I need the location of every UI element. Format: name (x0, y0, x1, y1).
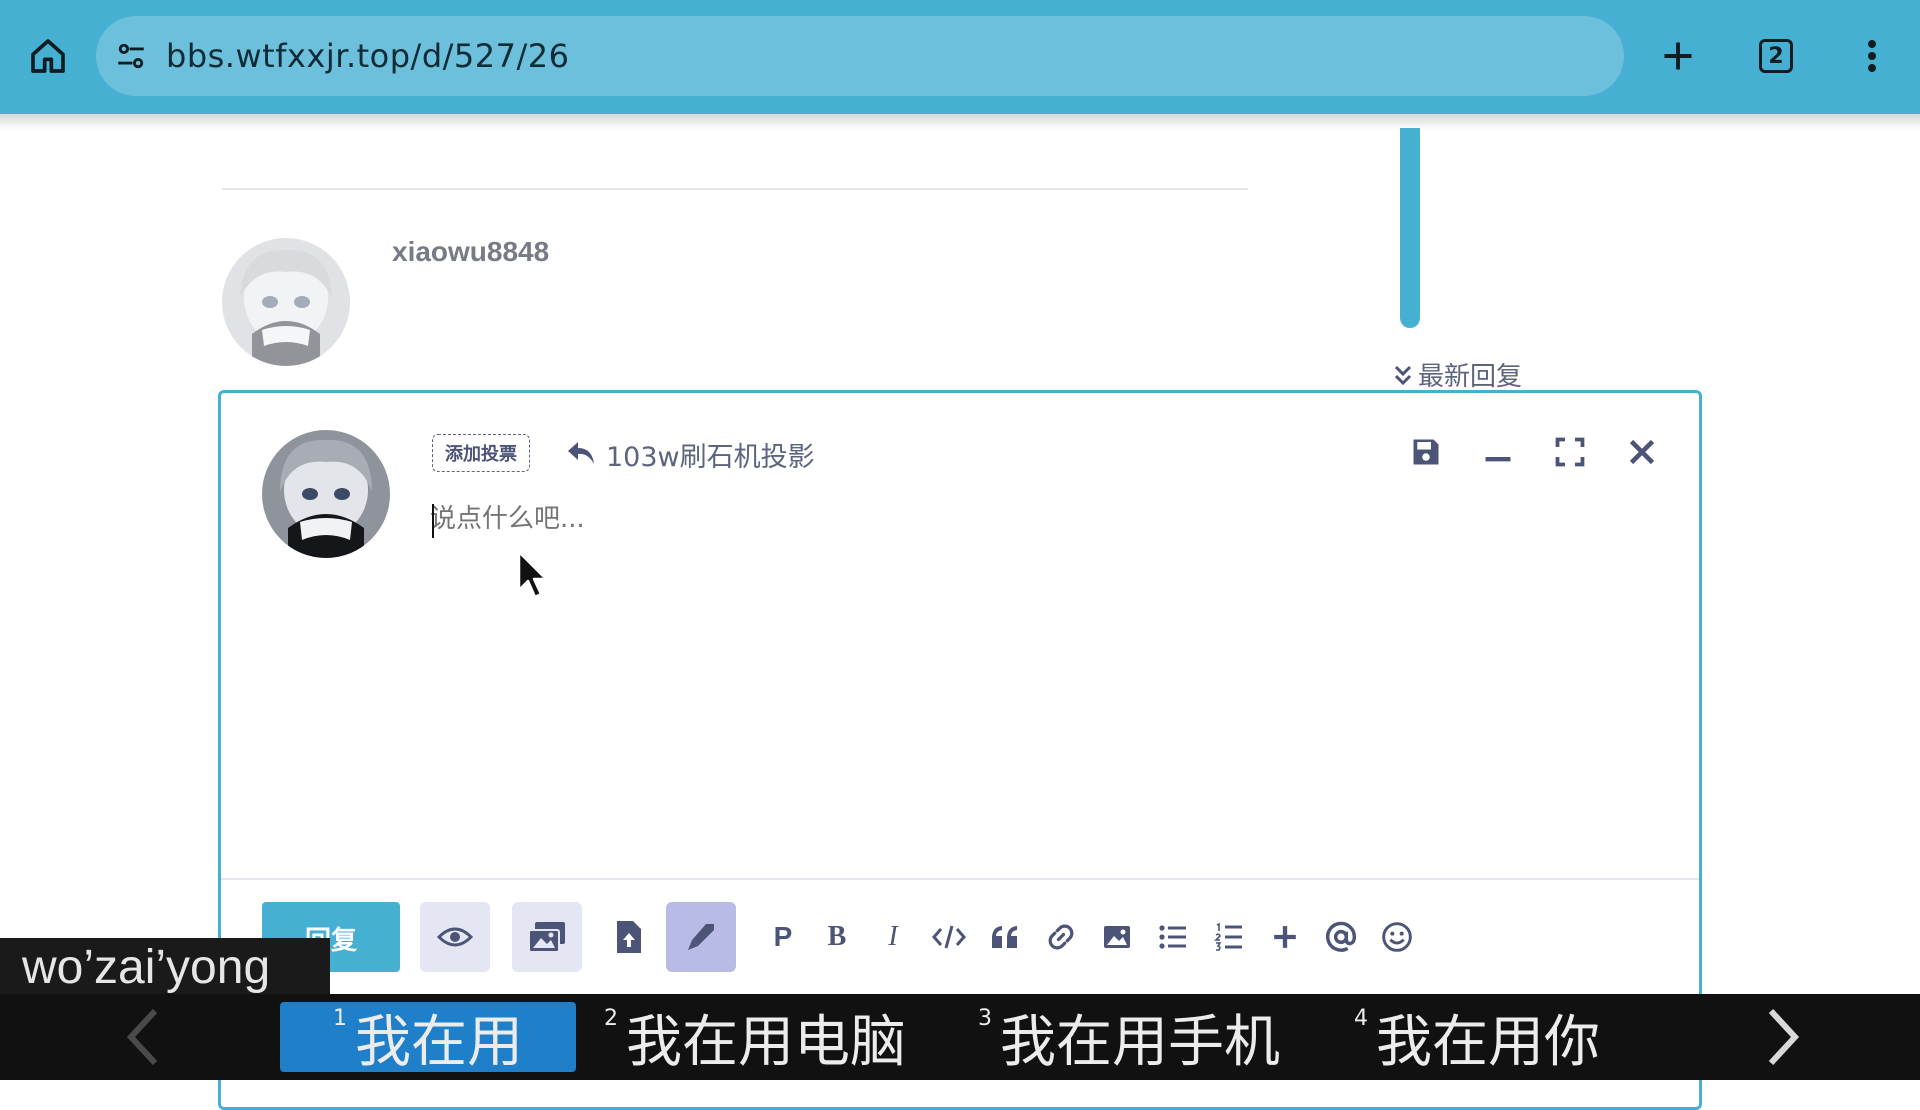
candidate-number: 1 (333, 1006, 347, 1031)
plus-icon (1664, 42, 1692, 70)
mouse-pointer-icon (517, 550, 548, 599)
close-composer-button[interactable] (1618, 428, 1666, 476)
home-button[interactable] (20, 28, 76, 84)
save-icon (1413, 439, 1439, 465)
latest-reply-label: 最新回复 (1418, 362, 1523, 392)
preview-button[interactable] (420, 902, 490, 972)
ime-candidate[interactable]: 3 我在用手机 (978, 1002, 1280, 1075)
pen-icon (688, 924, 714, 950)
image-icon (1104, 926, 1130, 948)
post-divider (222, 188, 1248, 190)
format-bold-button[interactable]: B (812, 912, 862, 962)
format-image-button[interactable] (1092, 912, 1142, 962)
candidate-number: 3 (978, 1006, 992, 1031)
reply-to-title: 103w刷石机投影 (606, 441, 815, 473)
minimize-button[interactable] (1474, 428, 1522, 476)
home-icon (31, 39, 65, 73)
composer-avatar (262, 430, 390, 558)
reply-arrow-icon (568, 442, 594, 464)
ime-composition: wo’zai’yong (0, 938, 330, 996)
emoji-button[interactable] (1372, 912, 1422, 962)
format-link-button[interactable] (1036, 912, 1086, 962)
tab-switcher-icon: 2 (1759, 39, 1793, 73)
emoji-icon (1382, 922, 1412, 952)
post-author-avatar[interactable] (222, 238, 350, 366)
add-poll-button[interactable]: 添加投票 (432, 434, 530, 472)
quote-icon (992, 926, 1017, 948)
site-settings-icon[interactable] (112, 37, 150, 75)
mention-button[interactable] (1316, 912, 1366, 962)
address-bar[interactable]: bbs.wtfxxjr.top/d/527/26 (96, 16, 1624, 96)
post-author-name[interactable]: xiaowu8848 (392, 236, 549, 268)
double-chevron-down-icon (1394, 365, 1412, 385)
tab-count: 2 (1768, 43, 1784, 69)
ime-candidate[interactable]: 4 我在用你 (1354, 1002, 1600, 1075)
new-tab-button[interactable] (1650, 28, 1706, 84)
ime-candidate[interactable]: 2 我在用电脑 (604, 1002, 906, 1075)
minimize-icon (1485, 457, 1511, 462)
numbered-list-icon (1214, 923, 1242, 951)
candidate-text: 我在用你 (1376, 1009, 1600, 1075)
link-icon (1048, 924, 1074, 950)
reply-to-link[interactable]: 103w刷石机投影 (566, 434, 815, 474)
ime-next-button[interactable] (1750, 1004, 1816, 1070)
close-icon (1629, 439, 1655, 465)
latest-reply-link[interactable]: 最新回复 (1394, 356, 1522, 393)
save-draft-button[interactable] (1402, 428, 1450, 476)
tab-switcher-button[interactable]: 2 (1750, 30, 1802, 82)
ime-prev-button[interactable] (110, 1004, 176, 1070)
format-more-button[interactable] (1260, 912, 1310, 962)
upload-file-button[interactable] (594, 902, 664, 972)
candidate-text: 我在用 (355, 1009, 523, 1075)
scrubber-bar[interactable] (1400, 128, 1420, 328)
at-icon (1325, 921, 1357, 952)
chevron-left-icon (126, 1008, 158, 1066)
format-paragraph-button[interactable]: P (758, 912, 808, 962)
plus-icon (1274, 926, 1296, 948)
toolbar-shadow (0, 114, 1920, 130)
bullet-list-icon (1159, 925, 1186, 949)
candidate-text: 我在用手机 (1000, 1009, 1280, 1075)
upload-file-icon (617, 921, 641, 953)
format-numbered-list-button[interactable] (1204, 912, 1254, 962)
eye-icon (437, 927, 473, 947)
reply-textarea[interactable] (430, 498, 1660, 858)
chevron-right-icon (1768, 1008, 1800, 1066)
format-code-button[interactable] (924, 912, 974, 962)
candidate-text: 我在用电脑 (626, 1009, 906, 1075)
more-vert-icon (1868, 40, 1876, 72)
candidate-number: 4 (1354, 1006, 1368, 1031)
url-text[interactable]: bbs.wtfxxjr.top/d/527/26 (166, 37, 570, 75)
media-icon (528, 922, 565, 953)
code-icon (932, 925, 966, 949)
fullscreen-button[interactable] (1546, 428, 1594, 476)
candidate-number: 2 (604, 1006, 618, 1031)
fullscreen-icon (1555, 437, 1585, 467)
format-quote-button[interactable] (980, 912, 1030, 962)
browser-menu-button[interactable] (1848, 28, 1896, 84)
ime-candidate[interactable]: 1 我在用 (280, 1002, 576, 1075)
format-bullet-list-button[interactable] (1148, 912, 1198, 962)
format-italic-button[interactable]: I (868, 912, 918, 962)
drawing-button[interactable] (666, 902, 736, 972)
text-caret (432, 504, 434, 538)
media-manager-button[interactable] (512, 902, 582, 972)
composer-footer-divider (221, 878, 1699, 880)
